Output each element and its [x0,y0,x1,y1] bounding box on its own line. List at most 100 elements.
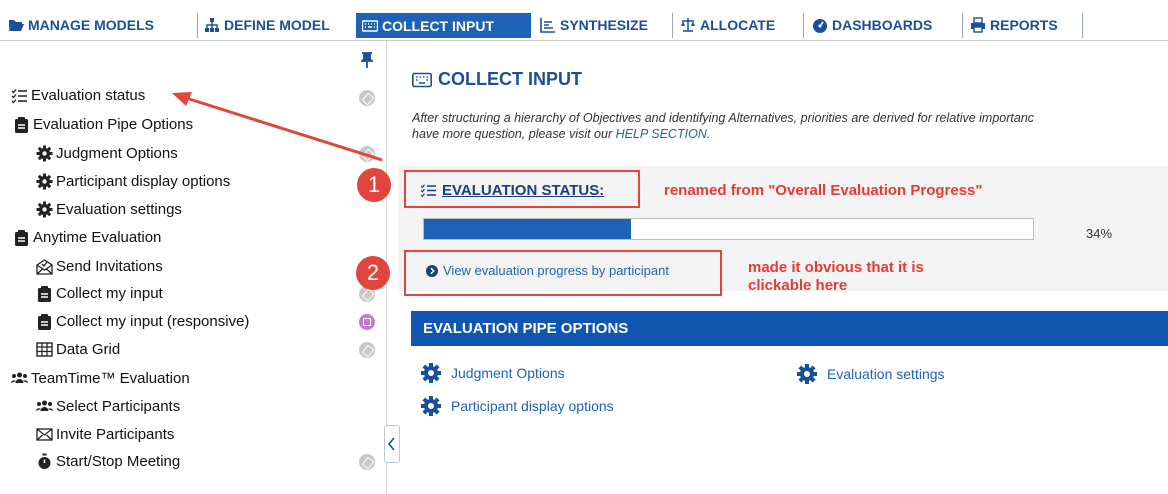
annotation-box-view-progress [404,250,722,296]
sidebar-item-collect-my-input-responsive[interactable]: Collect my input (responsive) [36,313,249,330]
annotation-note-clickable: made it obvious that it is clickable her… [748,259,924,295]
annotation-badge-2: 2 [356,256,390,290]
table-icon [36,342,53,357]
tasks-icon [11,89,27,104]
progress-bar-fill [424,219,632,239]
top-navigation: MANAGE MODELS DEFINE MODEL COLLECT INPUT… [0,0,1168,41]
intro-text: After structuring a hierarchy of Objecti… [412,110,1168,142]
sidebar-item-participant-display-options[interactable]: Participant display options [36,173,230,190]
status-icon [359,314,375,330]
tab-label: ALLOCATE [700,17,776,33]
pipe-option-evaluation-settings[interactable]: Evaluation settings [796,363,945,385]
status-icon [359,342,375,358]
progress-percent: 34% [1086,226,1113,241]
folder-open-icon [9,20,24,31]
tab-label: SYNTHESIZE [560,17,648,33]
annotation-note-line: made it obvious that it is [748,259,924,276]
sidebar-item-label: Start/Stop Meeting [56,453,181,470]
tab-dashboards[interactable]: DASHBOARDS [812,14,957,36]
sidebar-item-collect-my-input[interactable]: Collect my input [36,285,163,302]
sidebar-item-send-invitations[interactable]: Send Invitations [36,258,163,275]
tab-separator [962,13,963,38]
cog-icon [421,396,441,416]
sidebar-item-invite-participants[interactable]: Invite Participants [36,426,174,443]
balance-scale-icon [681,18,695,32]
envelope-open-icon [36,259,53,275]
intro-line-2-suffix: . [706,127,711,141]
tab-label: DASHBOARDS [832,17,933,33]
clipboard-icon [15,117,28,133]
sidebar-item-label: Evaluation settings [56,201,182,218]
sidebar-item-label: TeamTime™ Evaluation [31,370,190,387]
align-left-icon [540,18,555,33]
sidebar-item-teamtime-evaluation[interactable]: TeamTime™ Evaluation [11,370,190,387]
cog-icon [421,363,441,383]
sidebar-item-evaluation-pipe-options[interactable]: Evaluation Pipe Options [13,116,193,133]
help-section-link[interactable]: HELP SECTION [616,127,707,141]
tab-separator [672,13,673,38]
sidebar-item-anytime-evaluation[interactable]: Anytime Evaluation [13,229,161,246]
cog-icon [36,145,53,162]
users-icon [11,372,28,383]
clipboard-icon [38,314,51,330]
tab-reports[interactable]: REPORTS [970,14,1074,36]
cog-icon [36,173,53,190]
annotation-note-renamed: renamed from "Overall Evaluation Progres… [664,182,983,199]
tab-separator [1082,13,1083,38]
cog-icon [36,201,53,218]
tab-manage-models[interactable]: MANAGE MODELS [8,14,190,36]
envelope-icon [36,428,53,441]
tab-synthesize[interactable]: SYNTHESIZE [540,14,668,36]
sidebar-item-evaluation-status[interactable]: Evaluation status [11,87,145,104]
intro-line-1: After structuring a hierarchy of Objecti… [412,111,1035,125]
sidebar-item-label: Participant display options [56,173,231,190]
pipe-option-judgment-options[interactable]: Judgment Options [420,362,565,384]
tab-label: COLLECT INPUT [382,17,494,34]
sidebar: Evaluation status Evaluation Pipe Option… [0,41,387,494]
page-title-text: COLLECT INPUT [438,69,582,89]
status-icon [359,146,375,162]
pipe-option-label: Participant display options [451,398,614,414]
keyboard-icon [412,72,432,87]
tab-label: REPORTS [990,17,1058,33]
tab-define-model[interactable]: DEFINE MODEL [204,14,350,36]
chevron-left-icon [387,437,395,451]
pipe-option-participant-display-options[interactable]: Participant display options [420,395,614,417]
tab-allocate[interactable]: ALLOCATE [680,14,798,36]
print-icon [971,17,985,33]
sidebar-item-label: Select Participants [56,398,181,415]
sidebar-item-select-participants[interactable]: Select Participants [36,398,180,415]
sidebar-item-start-stop-meeting[interactable]: Start/Stop Meeting [36,453,180,470]
keyboard-icon [362,19,378,32]
sidebar-item-label: Invite Participants [56,426,175,443]
annotation-note-line: clickable here [748,277,848,294]
tab-separator [197,13,198,38]
tab-collect-input[interactable]: COLLECT INPUT [356,13,531,38]
sidebar-item-label: Send Invitations [56,258,163,275]
tab-label: MANAGE MODELS [28,17,154,33]
sidebar-item-label: Data Grid [56,341,121,358]
pipe-option-label: Evaluation settings [827,366,945,382]
tab-separator [803,13,804,38]
sidebar-item-evaluation-settings[interactable]: Evaluation settings [36,201,182,218]
sidebar-item-label: Judgment Options [56,145,178,162]
clipboard-icon [38,286,51,302]
status-icon [359,90,375,106]
evaluation-progress-bar [423,218,1034,240]
sidebar-item-judgment-options[interactable]: Judgment Options [36,145,178,162]
sitemap-icon [205,18,219,32]
sidebar-item-data-grid[interactable]: Data Grid [36,341,120,358]
pin-icon[interactable] [361,52,373,68]
sidebar-item-label: Anytime Evaluation [33,229,162,246]
status-icon [359,454,375,470]
tab-label: DEFINE MODEL [224,17,330,33]
clipboard-icon [15,230,28,246]
evaluation-pipe-options-header: EVALUATION PIPE OPTIONS [411,311,1168,346]
sidebar-item-label: Collect my input (responsive) [56,313,250,330]
users-icon [36,400,53,411]
cog-icon [797,364,817,384]
sidebar-item-label: Evaluation Pipe Options [33,116,194,133]
sidebar-item-label: Collect my input [56,285,163,302]
stopwatch-icon [38,453,51,469]
tachometer-icon [813,19,827,33]
